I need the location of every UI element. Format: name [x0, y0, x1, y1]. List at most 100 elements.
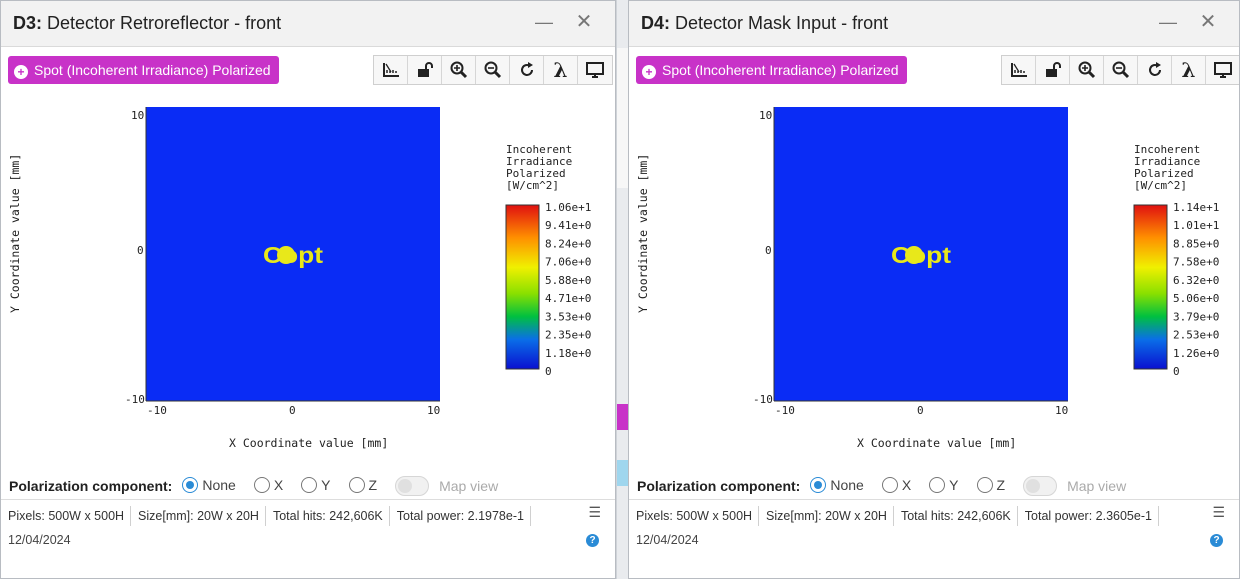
refresh-button[interactable] [510, 56, 544, 84]
zoom-out-icon [1112, 61, 1129, 79]
polarization-radio-x[interactable]: X [253, 476, 283, 493]
status-pixels-value: 500W x 500H [48, 508, 125, 523]
polarization-radio-none[interactable]: None [182, 476, 236, 493]
monitor-icon [1214, 62, 1232, 78]
status-size-value: 20W x 20H [825, 508, 887, 523]
polarization-radio-y[interactable]: Y [301, 476, 331, 493]
zoom-in-button[interactable] [1070, 56, 1104, 84]
irradiance-plot[interactable]: Copt 10 0 -10 -10 0 10 X Coordinate valu… [1, 91, 615, 461]
legend-tick-label: 9.41e+0 [545, 219, 591, 232]
close-button[interactable]: ✕ [573, 11, 595, 33]
zoom-out-button[interactable] [476, 56, 510, 84]
legend-tick-label: 8.24e+0 [545, 237, 591, 250]
y-axis-label: Y Coordinate value [mm] [8, 154, 22, 313]
zoom-in-icon [450, 61, 467, 79]
background-fragment [617, 48, 628, 188]
legend-tick-label: 1.01e+1 [1173, 219, 1219, 232]
status-size-label: Size[mm]: [766, 508, 822, 523]
legend-tick-label: 1.18e+0 [545, 347, 591, 360]
detector-id: D3: [13, 13, 43, 33]
detector-window-d4: D4: Detector Mask Input - front — ✕ + Spo… [628, 0, 1240, 579]
polarization-radio-none[interactable]: None [810, 476, 864, 493]
radio-label: Y [321, 476, 331, 493]
refresh-button[interactable] [1138, 56, 1172, 84]
map-view-toggle[interactable] [395, 476, 430, 496]
ruler-icon [382, 63, 399, 77]
spot-label: Copt [263, 242, 323, 268]
title-bar[interactable]: D4: Detector Mask Input - front — ✕ [629, 1, 1239, 47]
add-circle-icon: + [642, 65, 656, 79]
spot-type-label: Spot (Incoherent Irradiance) Polarized [662, 62, 899, 78]
x-tick-mid: 0 [289, 404, 296, 417]
color-scale-bar [505, 204, 540, 370]
zoom-in-icon [1078, 61, 1095, 79]
x-tick-left: -10 [775, 404, 795, 417]
plot-toolbar: λ [1001, 55, 1239, 85]
map-view-label: Map view [439, 478, 499, 494]
add-circle-icon: + [14, 65, 28, 79]
background-fragment [617, 404, 628, 430]
radio-circle-icon [810, 476, 827, 493]
status-pixels-value: 500W x 500H [676, 508, 753, 523]
minimize-button[interactable]: — [533, 11, 555, 33]
radio-circle-icon [976, 476, 993, 493]
legend-title: Incoherent Irradiance Polarized [W/cm^2] [1134, 143, 1200, 192]
unlock-button[interactable] [1036, 56, 1070, 84]
unlock-icon [1045, 62, 1061, 77]
zoom-out-icon [484, 61, 501, 79]
polarization-radio-x[interactable]: X [881, 476, 911, 493]
monitor-icon [586, 62, 604, 78]
status-hits-label: Total hits: [272, 508, 326, 523]
unlock-button[interactable] [408, 56, 442, 84]
ruler-button[interactable] [1002, 56, 1036, 84]
status-pixels-label: Pixels: [636, 508, 673, 523]
minimize-button[interactable]: — [1157, 11, 1179, 33]
polarization-radio-y[interactable]: Y [929, 476, 959, 493]
radio-label: None [830, 476, 864, 493]
ruler-button[interactable] [374, 56, 408, 84]
help-icon[interactable]: ? [1210, 534, 1223, 547]
display-button[interactable] [578, 56, 612, 84]
spot-type-tag[interactable]: + Spot (Incoherent Irradiance) Polarized [8, 56, 279, 84]
polarization-radio-z[interactable]: Z [348, 476, 377, 493]
x-tick-right: 10 [427, 404, 440, 417]
status-hits-label: Total hits: [900, 508, 954, 523]
hamburger-menu-icon[interactable]: ☰ [588, 504, 601, 521]
wavelength-button[interactable]: λ [1172, 56, 1206, 84]
x-tick-right: 10 [1055, 404, 1068, 417]
polarization-label: Polarization component: [9, 478, 173, 494]
x-tick-left: -10 [147, 404, 167, 417]
detector-id: D4: [641, 13, 671, 33]
help-icon[interactable]: ? [586, 534, 599, 547]
legend-tick-label: 0 [1173, 365, 1180, 378]
y-tick-top: 10 [131, 109, 144, 122]
legend-ticks: 1.14e+1 1.01e+1 8.85e+0 7.58e+0 6.32e+0 5.06e… [1173, 201, 1219, 378]
status-power-value: 2.1978e-1 [467, 508, 524, 523]
display-button[interactable] [1206, 56, 1239, 84]
status-bar: Pixels: 500W x 500H Size[mm]: 20W x 20H … [629, 499, 1239, 531]
spot-type-tag[interactable]: + Spot (Incoherent Irradiance) Polarized [636, 56, 907, 84]
radio-label: Z [996, 476, 1006, 493]
detector-name: Detector Mask Input - front [670, 13, 889, 33]
status-hits: Total hits: 242,606K [266, 505, 390, 526]
irradiance-plot[interactable]: Copt 10 0 -10 -10 0 10 X Coordinate valu… [629, 91, 1239, 461]
status-power-label: Total power: [396, 508, 465, 523]
title-bar[interactable]: D3: Detector Retroreflector - front — ✕ [1, 1, 615, 47]
legend-tick-label: 4.71e+0 [545, 292, 591, 305]
zoom-in-button[interactable] [442, 56, 476, 84]
polarization-radio-z[interactable]: Z [976, 476, 1006, 493]
color-scale-bar [1133, 204, 1168, 370]
map-view-toggle[interactable] [1023, 476, 1058, 496]
status-bar: Pixels: 500W x 500H Size[mm]: 20W x 20H … [1, 499, 615, 531]
plot-canvas: Copt 10 0 -10 -10 0 10 X Coordinate valu… [636, 107, 1219, 450]
status-pixels-label: Pixels: [8, 508, 45, 523]
unlock-icon [417, 62, 433, 77]
zoom-out-button[interactable] [1104, 56, 1138, 84]
legend-title-line: [W/cm^2] [1134, 179, 1187, 192]
close-button[interactable]: ✕ [1197, 11, 1219, 33]
y-tick-bottom: -10 [753, 393, 773, 406]
legend-tick-label: 8.85e+0 [1173, 237, 1219, 250]
radio-label: Y [949, 476, 959, 493]
hamburger-menu-icon[interactable]: ☰ [1212, 504, 1225, 521]
wavelength-button[interactable]: λ [544, 56, 578, 84]
